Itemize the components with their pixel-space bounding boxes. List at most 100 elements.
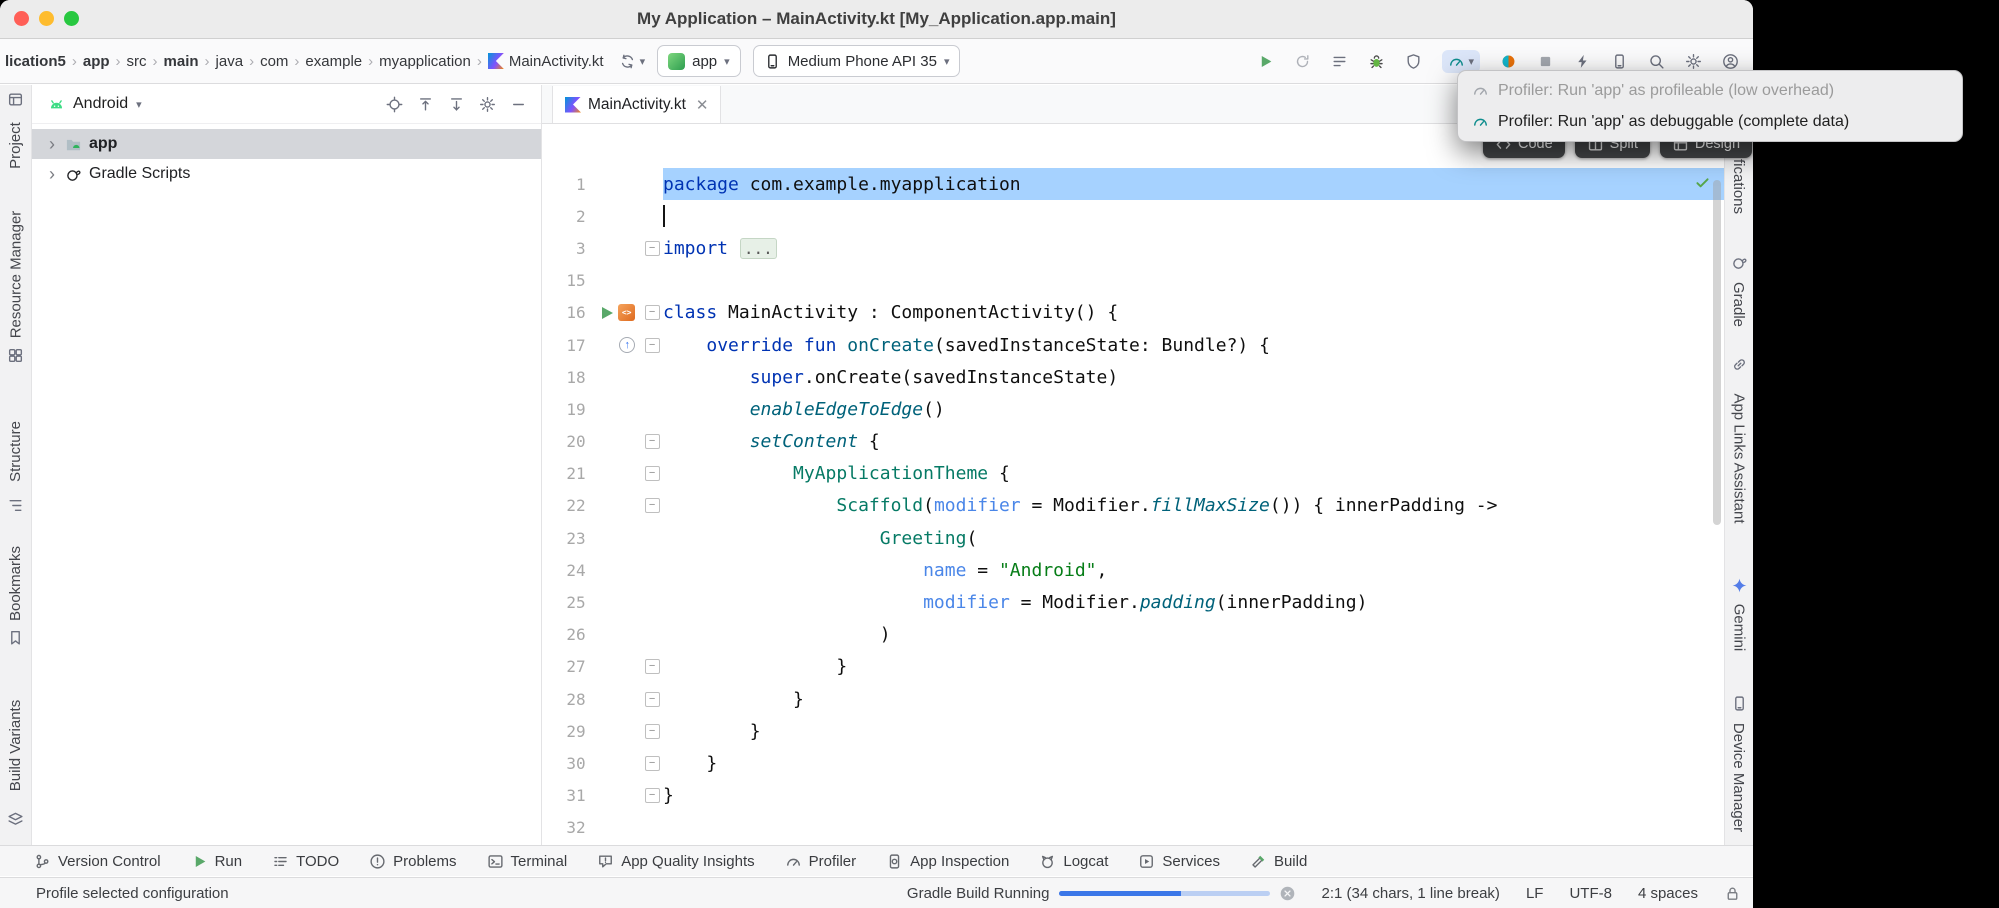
inspections-ok-icon[interactable] — [1694, 174, 1711, 196]
chevron-right-icon[interactable]: › — [46, 134, 58, 155]
compose-gutter-icon[interactable]: <> — [618, 304, 635, 321]
breadcrumb-item-com[interactable]: com — [257, 51, 291, 72]
code-text[interactable]: } — [663, 747, 1724, 779]
device-manager-icon — [1731, 695, 1748, 712]
code-text[interactable]: Greeting( — [663, 522, 1724, 554]
code-text[interactable]: setContent { — [663, 426, 1724, 458]
line-ending-indicator[interactable]: LF — [1526, 885, 1544, 902]
code-text[interactable]: enableEdgeToEdge() — [663, 393, 1724, 425]
code-text[interactable] — [663, 200, 1724, 232]
breadcrumb: lication5›app›src›main›java›com›example›… — [2, 51, 607, 72]
code-text[interactable]: class MainActivity : ComponentActivity()… — [663, 297, 1724, 329]
fold-toggle-icon[interactable]: − — [645, 466, 660, 481]
vcs-widget[interactable]: ▾ — [619, 53, 646, 70]
tool-window-app-inspection[interactable]: App Inspection — [886, 853, 1009, 870]
breadcrumb-item-main[interactable]: main — [161, 51, 202, 72]
tool-window-problems[interactable]: Problems — [369, 853, 456, 870]
run-gutter-icon[interactable] — [602, 307, 613, 319]
code-text[interactable]: ) — [663, 619, 1724, 651]
line-number: 17 — [542, 336, 592, 355]
breadcrumb-item-mainactivity-kt[interactable]: MainActivity.kt — [485, 51, 607, 72]
collapse-all-icon[interactable] — [417, 96, 434, 113]
fold-toggle-icon[interactable]: − — [645, 692, 660, 707]
chevron-right-icon[interactable]: › — [46, 164, 58, 185]
fold-toggle-icon[interactable]: − — [645, 305, 660, 320]
code-text[interactable]: super.onCreate(savedInstanceState) — [663, 361, 1724, 393]
fold-toggle-icon[interactable]: − — [645, 724, 660, 739]
code-text[interactable]: package com.example.myapplication — [663, 168, 1724, 200]
tool-window-run[interactable]: Run — [191, 853, 243, 870]
fold-toggle-icon[interactable]: − — [645, 338, 660, 353]
fold-toggle-icon[interactable]: − — [645, 241, 660, 256]
tab-mainactivity[interactable]: MainActivity.kt ✕ — [552, 86, 721, 123]
tool-window-logcat[interactable]: Logcat — [1039, 853, 1108, 870]
code-text[interactable] — [663, 265, 1724, 297]
code-text[interactable]: Scaffold(modifier = Modifier.fillMaxSize… — [663, 490, 1724, 522]
expand-all-icon[interactable] — [448, 96, 465, 113]
code-text[interactable]: import ... — [663, 232, 1724, 264]
breadcrumb-item-myapplication[interactable]: myapplication — [376, 51, 474, 72]
debug-icon[interactable] — [1368, 53, 1385, 70]
tool-window-version-control[interactable]: Version Control — [34, 853, 161, 870]
hide-panel-icon[interactable] — [510, 96, 527, 113]
fold-toggle-icon[interactable]: − — [645, 434, 660, 449]
tool-window-profiler[interactable]: Profiler — [785, 853, 857, 870]
cancel-build-icon[interactable] — [1279, 885, 1296, 902]
coverage-icon[interactable] — [1405, 53, 1422, 70]
tool-window-services[interactable]: Services — [1138, 853, 1220, 870]
device-selector[interactable]: Medium Phone API 35 ▾ — [753, 45, 961, 77]
tree-item-app[interactable]: ›app — [32, 129, 541, 159]
tool-window-build[interactable]: Build — [1250, 853, 1307, 870]
bookmarks-icon — [7, 629, 24, 646]
run-button[interactable] — [1255, 51, 1276, 72]
tree-item-gradle-scripts[interactable]: ›Gradle Scripts — [32, 159, 541, 189]
project-panel-header: Android ▾ — [32, 85, 541, 124]
avatar-icon[interactable] — [1722, 53, 1739, 70]
terminal-icon — [487, 853, 504, 870]
locate-icon[interactable] — [386, 96, 403, 113]
apply-changes-icon[interactable] — [1574, 53, 1591, 70]
code-text[interactable] — [663, 812, 1724, 844]
fold-toggle-icon[interactable]: − — [645, 756, 660, 771]
encoding-indicator[interactable]: UTF-8 — [1569, 885, 1612, 902]
profiler-popup-item[interactable]: Profiler: Run 'app' as debuggable (compl… — [1458, 106, 1962, 137]
tab-title: MainActivity.kt — [588, 96, 686, 114]
tool-window-terminal[interactable]: Terminal — [487, 853, 568, 870]
run-configuration-selector[interactable]: app ▾ — [657, 45, 741, 77]
breadcrumb-item-src[interactable]: src — [124, 51, 150, 72]
code-text[interactable]: name = "Android", — [663, 554, 1724, 586]
caret-position[interactable]: 2:1 (34 chars, 1 line break) — [1322, 885, 1500, 902]
fold-toggle-icon[interactable]: − — [645, 788, 660, 803]
breadcrumb-item-lication5[interactable]: lication5 — [2, 51, 69, 72]
code-text[interactable]: } — [663, 780, 1724, 812]
override-gutter-icon[interactable]: ↑ — [619, 337, 635, 353]
code-text[interactable]: MyApplicationTheme { — [663, 458, 1724, 490]
close-tab-icon[interactable]: ✕ — [696, 96, 709, 114]
device-manager-icon[interactable] — [1611, 53, 1628, 70]
search-icon[interactable] — [1648, 53, 1665, 70]
breadcrumb-item-java[interactable]: java — [213, 51, 247, 72]
settings-icon[interactable] — [479, 96, 496, 113]
tool-window-todo[interactable]: TODO — [272, 853, 339, 870]
tool-window-app-quality-insights[interactable]: App Quality Insights — [597, 853, 754, 870]
code-text[interactable]: modifier = Modifier.padding(innerPadding… — [663, 586, 1724, 618]
fold-toggle-icon[interactable]: − — [645, 659, 660, 674]
code-text[interactable]: } — [663, 651, 1724, 683]
fold-toggle-icon[interactable]: − — [645, 498, 660, 513]
app-quality-icon[interactable] — [1500, 53, 1517, 70]
breadcrumb-item-app[interactable]: app — [80, 51, 113, 72]
project-view-selector[interactable]: Android — [73, 95, 128, 113]
run-list-icon[interactable] — [1331, 53, 1348, 70]
code-text[interactable]: } — [663, 715, 1724, 747]
code-text[interactable]: override fun onCreate(savedInstanceState… — [663, 329, 1724, 361]
breadcrumb-item-example[interactable]: example — [302, 51, 365, 72]
code-text[interactable]: } — [663, 683, 1724, 715]
stop-icon[interactable] — [1537, 53, 1554, 70]
rerun-icon[interactable] — [1294, 53, 1311, 70]
settings-icon[interactable] — [1685, 53, 1702, 70]
lock-icon[interactable] — [1724, 885, 1741, 902]
editor-scrollbar[interactable] — [1713, 180, 1721, 525]
profiler-popup-item[interactable]: Profiler: Run 'app' as profileable (low … — [1458, 75, 1962, 106]
indent-indicator[interactable]: 4 spaces — [1638, 885, 1698, 902]
code-editor[interactable]: 1package com.example.myapplication23−imp… — [542, 124, 1724, 845]
